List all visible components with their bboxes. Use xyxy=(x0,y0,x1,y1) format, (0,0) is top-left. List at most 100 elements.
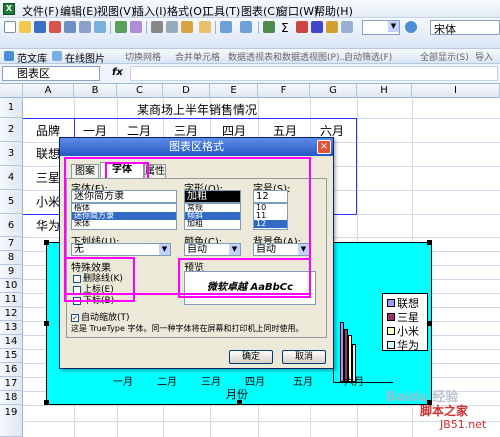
x-tick: 二月 xyxy=(157,377,177,388)
toolbar-show-all[interactable]: 全部显示(S) xyxy=(420,50,469,63)
row-header[interactable]: 5 xyxy=(0,190,23,214)
help-icon[interactable] xyxy=(405,21,417,33)
preview-highlight xyxy=(178,258,311,298)
menu-window[interactable]: 窗口(W) xyxy=(277,3,318,19)
toolbar-pivot[interactable]: 数据透视表和数据透视图(P)... xyxy=(228,50,348,63)
spelling-icon[interactable] xyxy=(115,21,127,33)
chart-wizard-icon[interactable] xyxy=(326,21,338,33)
save-icon[interactable] xyxy=(34,21,46,33)
paste-icon[interactable] xyxy=(181,21,193,33)
x-tick: 一月 xyxy=(113,377,133,388)
menu-file[interactable]: 文件(F) xyxy=(22,3,59,19)
menu-view[interactable]: 视图(V) xyxy=(97,3,135,19)
open-icon[interactable] xyxy=(19,21,31,33)
ok-button[interactable]: 确定 xyxy=(229,350,273,364)
row-header[interactable]: 6 xyxy=(0,214,23,237)
row-header[interactable]: 16 xyxy=(0,363,23,377)
formula-input[interactable] xyxy=(130,66,498,81)
row-header[interactable]: 1 xyxy=(0,98,23,118)
col-header-g[interactable]: G xyxy=(310,84,357,98)
web-toolbar: 范文库 在线图片 切换网格 合并单元格 数据透视表和数据透视图(P)... 自动… xyxy=(0,49,500,65)
toolbar-gridlines[interactable]: 切换网格 xyxy=(125,50,161,63)
row-header[interactable]: 14 xyxy=(0,335,23,349)
row-header[interactable]: 11 xyxy=(0,293,23,307)
col-header-c[interactable]: C xyxy=(117,84,163,98)
x-tick: 五月 xyxy=(293,377,313,388)
font-name-combo[interactable]: 宋体 xyxy=(430,20,500,36)
name-box[interactable]: 图表区 xyxy=(2,66,100,81)
menu-help[interactable]: 帮助(H) xyxy=(314,3,353,19)
formula-bar: 图表区 fx xyxy=(0,64,500,84)
row-header[interactable]: 10 xyxy=(0,279,23,293)
x-tick: 六月 xyxy=(344,377,364,388)
autosum-icon[interactable]: Σ xyxy=(281,21,289,35)
toolbar-autofilter[interactable]: 自动筛选(F) xyxy=(344,50,392,63)
sort-descending-icon[interactable] xyxy=(311,21,323,33)
copy-icon[interactable] xyxy=(166,21,178,33)
row-header[interactable]: 8 xyxy=(0,251,23,265)
col-header-e[interactable]: E xyxy=(210,84,258,98)
col-header-a[interactable]: A xyxy=(23,84,74,98)
select-all-corner[interactable] xyxy=(0,84,23,98)
row-header[interactable]: 7 xyxy=(0,237,23,251)
print-icon[interactable] xyxy=(79,21,91,33)
chevron-down-icon: ▼ xyxy=(388,21,399,32)
row-header[interactable]: 19 xyxy=(0,405,23,437)
toolbar-library[interactable]: 范文库 xyxy=(17,50,47,65)
row-header[interactable]: 3 xyxy=(0,142,23,166)
email-icon[interactable] xyxy=(64,21,76,33)
truetype-note: 这是 TrueType 字体。同一种字体将在屏幕和打印机上同时使用。 xyxy=(71,324,304,333)
standard-toolbar: Σ ▼ 宋体 xyxy=(0,18,500,49)
autoscale-checkbox[interactable]: ✓ 自动缩放(T) xyxy=(71,310,130,323)
brand-cell: 小米 xyxy=(36,195,61,209)
row-header[interactable]: 4 xyxy=(0,166,23,190)
url-watermark: JB51.net xyxy=(440,418,487,431)
row-header[interactable]: 17 xyxy=(0,377,23,391)
menu-chart[interactable]: 图表(C) xyxy=(241,3,279,19)
effects-highlight xyxy=(64,257,135,302)
cut-icon[interactable] xyxy=(151,21,163,33)
redo-icon[interactable] xyxy=(240,21,252,33)
sort-ascending-icon[interactable] xyxy=(296,21,308,33)
research-icon[interactable] xyxy=(130,21,142,33)
dialog-title: 图表区格式 xyxy=(60,138,333,156)
fx-icon[interactable]: fx xyxy=(112,67,123,78)
cancel-button[interactable]: 取消 xyxy=(282,350,326,364)
row-header[interactable]: 12 xyxy=(0,307,23,321)
drawing-icon[interactable] xyxy=(341,21,353,33)
header-brand: 品牌 xyxy=(36,124,61,138)
menu-edit[interactable]: 编辑(E) xyxy=(60,3,98,19)
menu-tools[interactable]: 工具(T) xyxy=(203,3,240,19)
chart-legend[interactable]: 联想 三星 小米 华为 xyxy=(382,293,428,353)
permission-icon[interactable] xyxy=(49,21,61,33)
menu-insert[interactable]: 插入(I) xyxy=(133,3,167,19)
brand-cell: 联想 xyxy=(36,147,61,161)
col-header-h[interactable]: H xyxy=(357,84,412,98)
zoom-combo[interactable]: ▼ xyxy=(362,20,400,35)
legend-item: 华为 xyxy=(387,337,419,353)
close-icon[interactable]: × xyxy=(317,140,331,154)
col-header-f[interactable]: F xyxy=(258,84,310,98)
toolbar-import[interactable]: 导入 xyxy=(475,50,493,63)
col-header-b[interactable]: B xyxy=(74,84,117,98)
x-tick: 三月 xyxy=(201,377,221,388)
toolbar-online-images[interactable]: 在线图片 xyxy=(65,50,105,65)
excel-app-icon[interactable]: X xyxy=(3,3,15,15)
new-icon[interactable] xyxy=(4,21,16,33)
row-header[interactable]: 15 xyxy=(0,349,23,363)
col-header-d[interactable]: D xyxy=(163,84,210,98)
online-image-icon xyxy=(52,51,62,61)
hyperlink-icon[interactable] xyxy=(263,21,275,33)
row-header[interactable]: 2 xyxy=(0,118,23,142)
x-tick: 四月 xyxy=(245,377,265,388)
menu-format[interactable]: 格式(O) xyxy=(167,3,206,19)
col-header-i[interactable]: I xyxy=(412,84,500,98)
row-header[interactable]: 18 xyxy=(0,391,23,405)
print-preview-icon[interactable] xyxy=(94,21,106,33)
row-header[interactable]: 9 xyxy=(0,265,23,279)
format-painter-icon[interactable] xyxy=(199,21,211,33)
site-watermark: 脚本之家 xyxy=(420,404,469,418)
row-header[interactable]: 13 xyxy=(0,321,23,335)
undo-icon[interactable] xyxy=(220,21,232,33)
toolbar-merge[interactable]: 合并单元格 xyxy=(175,50,220,63)
